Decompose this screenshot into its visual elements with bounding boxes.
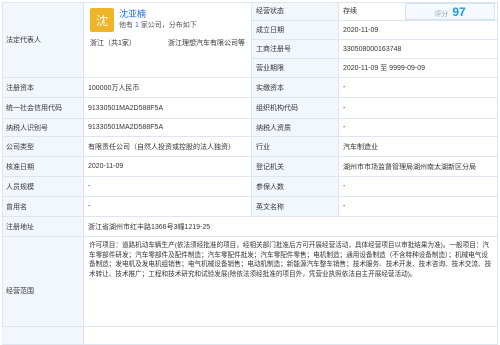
table-border xyxy=(2,2,498,327)
